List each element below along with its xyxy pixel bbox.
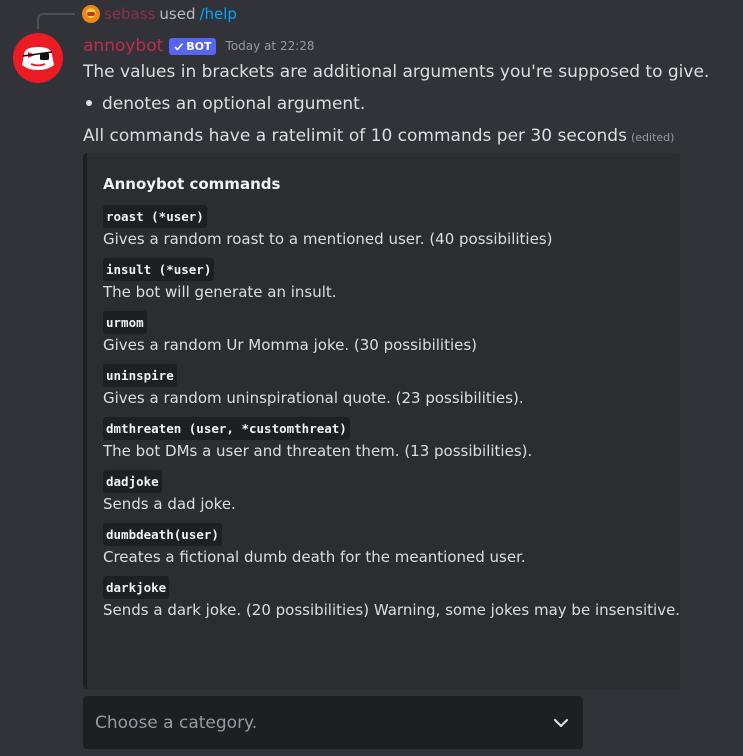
command-code: insult (*user) (103, 258, 215, 281)
command-code: uninspire (103, 364, 177, 387)
command-description: Gives a random uninspirational quote. (2… (103, 389, 524, 407)
reply-connector (37, 13, 75, 29)
embed-field: roast (*user) Gives a random roast to a … (103, 205, 664, 249)
annoybot-avatar-icon[interactable] (13, 33, 63, 83)
bullet-icon (86, 99, 92, 106)
interaction-command-link[interactable]: /help (199, 5, 236, 23)
interaction-used-label: used (159, 5, 196, 23)
command-code: dadjoke (103, 470, 162, 493)
bot-tag-label: BOT (186, 39, 212, 53)
command-code: roast (*user) (103, 205, 207, 228)
command-description: The bot DMs a user and threaten them. (1… (103, 442, 533, 460)
embed-field: darkjoke Sends a dark joke. (20 possibil… (103, 576, 681, 620)
interaction-username[interactable]: sebass (104, 5, 155, 23)
command-description: Gives a random roast to a mentioned user… (103, 230, 553, 248)
user-avatar-icon[interactable] (82, 5, 100, 23)
edited-label: (edited) (630, 131, 675, 144)
message-header: annoybot BOT Today at 22:28 (83, 35, 315, 57)
message-timestamp[interactable]: Today at 22:28 (226, 39, 315, 53)
help-embed: Annoybot commands roast (*user) Gives a … (83, 153, 680, 689)
message-bullet-item: denotes an optional argument. (83, 93, 365, 115)
command-description: Creates a fictional dumb death for the m… (103, 548, 526, 566)
command-description: The bot will generate an insult. (103, 283, 337, 301)
author-name[interactable]: annoybot (83, 36, 163, 56)
command-code: darkjoke (103, 576, 170, 599)
embed-field: dadjoke Sends a dad joke. (103, 470, 664, 514)
embed-title: Annoybot commands (103, 175, 281, 193)
bullet-text: denotes an optional argument. (102, 94, 366, 114)
category-select[interactable]: Choose a category. (83, 696, 583, 749)
command-description: Sends a dark joke. (20 possibilities) Wa… (103, 601, 681, 619)
embed-field: uninspire Gives a random uninspirational… (103, 364, 664, 408)
embed-field: dmthreaten (user, *customthreat) The bot… (103, 417, 664, 461)
embed-field: dumbdeath(user) Creates a fictional dumb… (103, 523, 664, 567)
command-interaction[interactable]: sebass used /help (82, 5, 237, 23)
message-line-1: The values in brackets are additional ar… (83, 62, 710, 82)
ratelimit-text: All commands have a ratelimit of 10 comm… (83, 126, 627, 146)
command-description: Gives a random Ur Momma joke. (30 possib… (103, 336, 478, 354)
command-code: urmom (103, 311, 147, 334)
checkmark-icon (174, 42, 184, 51)
bot-tag: BOT (169, 37, 216, 55)
message-line-3: All commands have a ratelimit of 10 comm… (83, 125, 674, 149)
command-description: Sends a dad joke. (103, 495, 236, 513)
chevron-down-icon[interactable] (551, 713, 571, 733)
command-code: dmthreaten (user, *customthreat) (103, 417, 350, 440)
select-placeholder: Choose a category. (95, 712, 258, 733)
command-code: dumbdeath(user) (103, 523, 222, 546)
embed-field: insult (*user) The bot will generate an … (103, 258, 664, 302)
embed-field: urmom Gives a random Ur Momma joke. (30 … (103, 311, 664, 355)
